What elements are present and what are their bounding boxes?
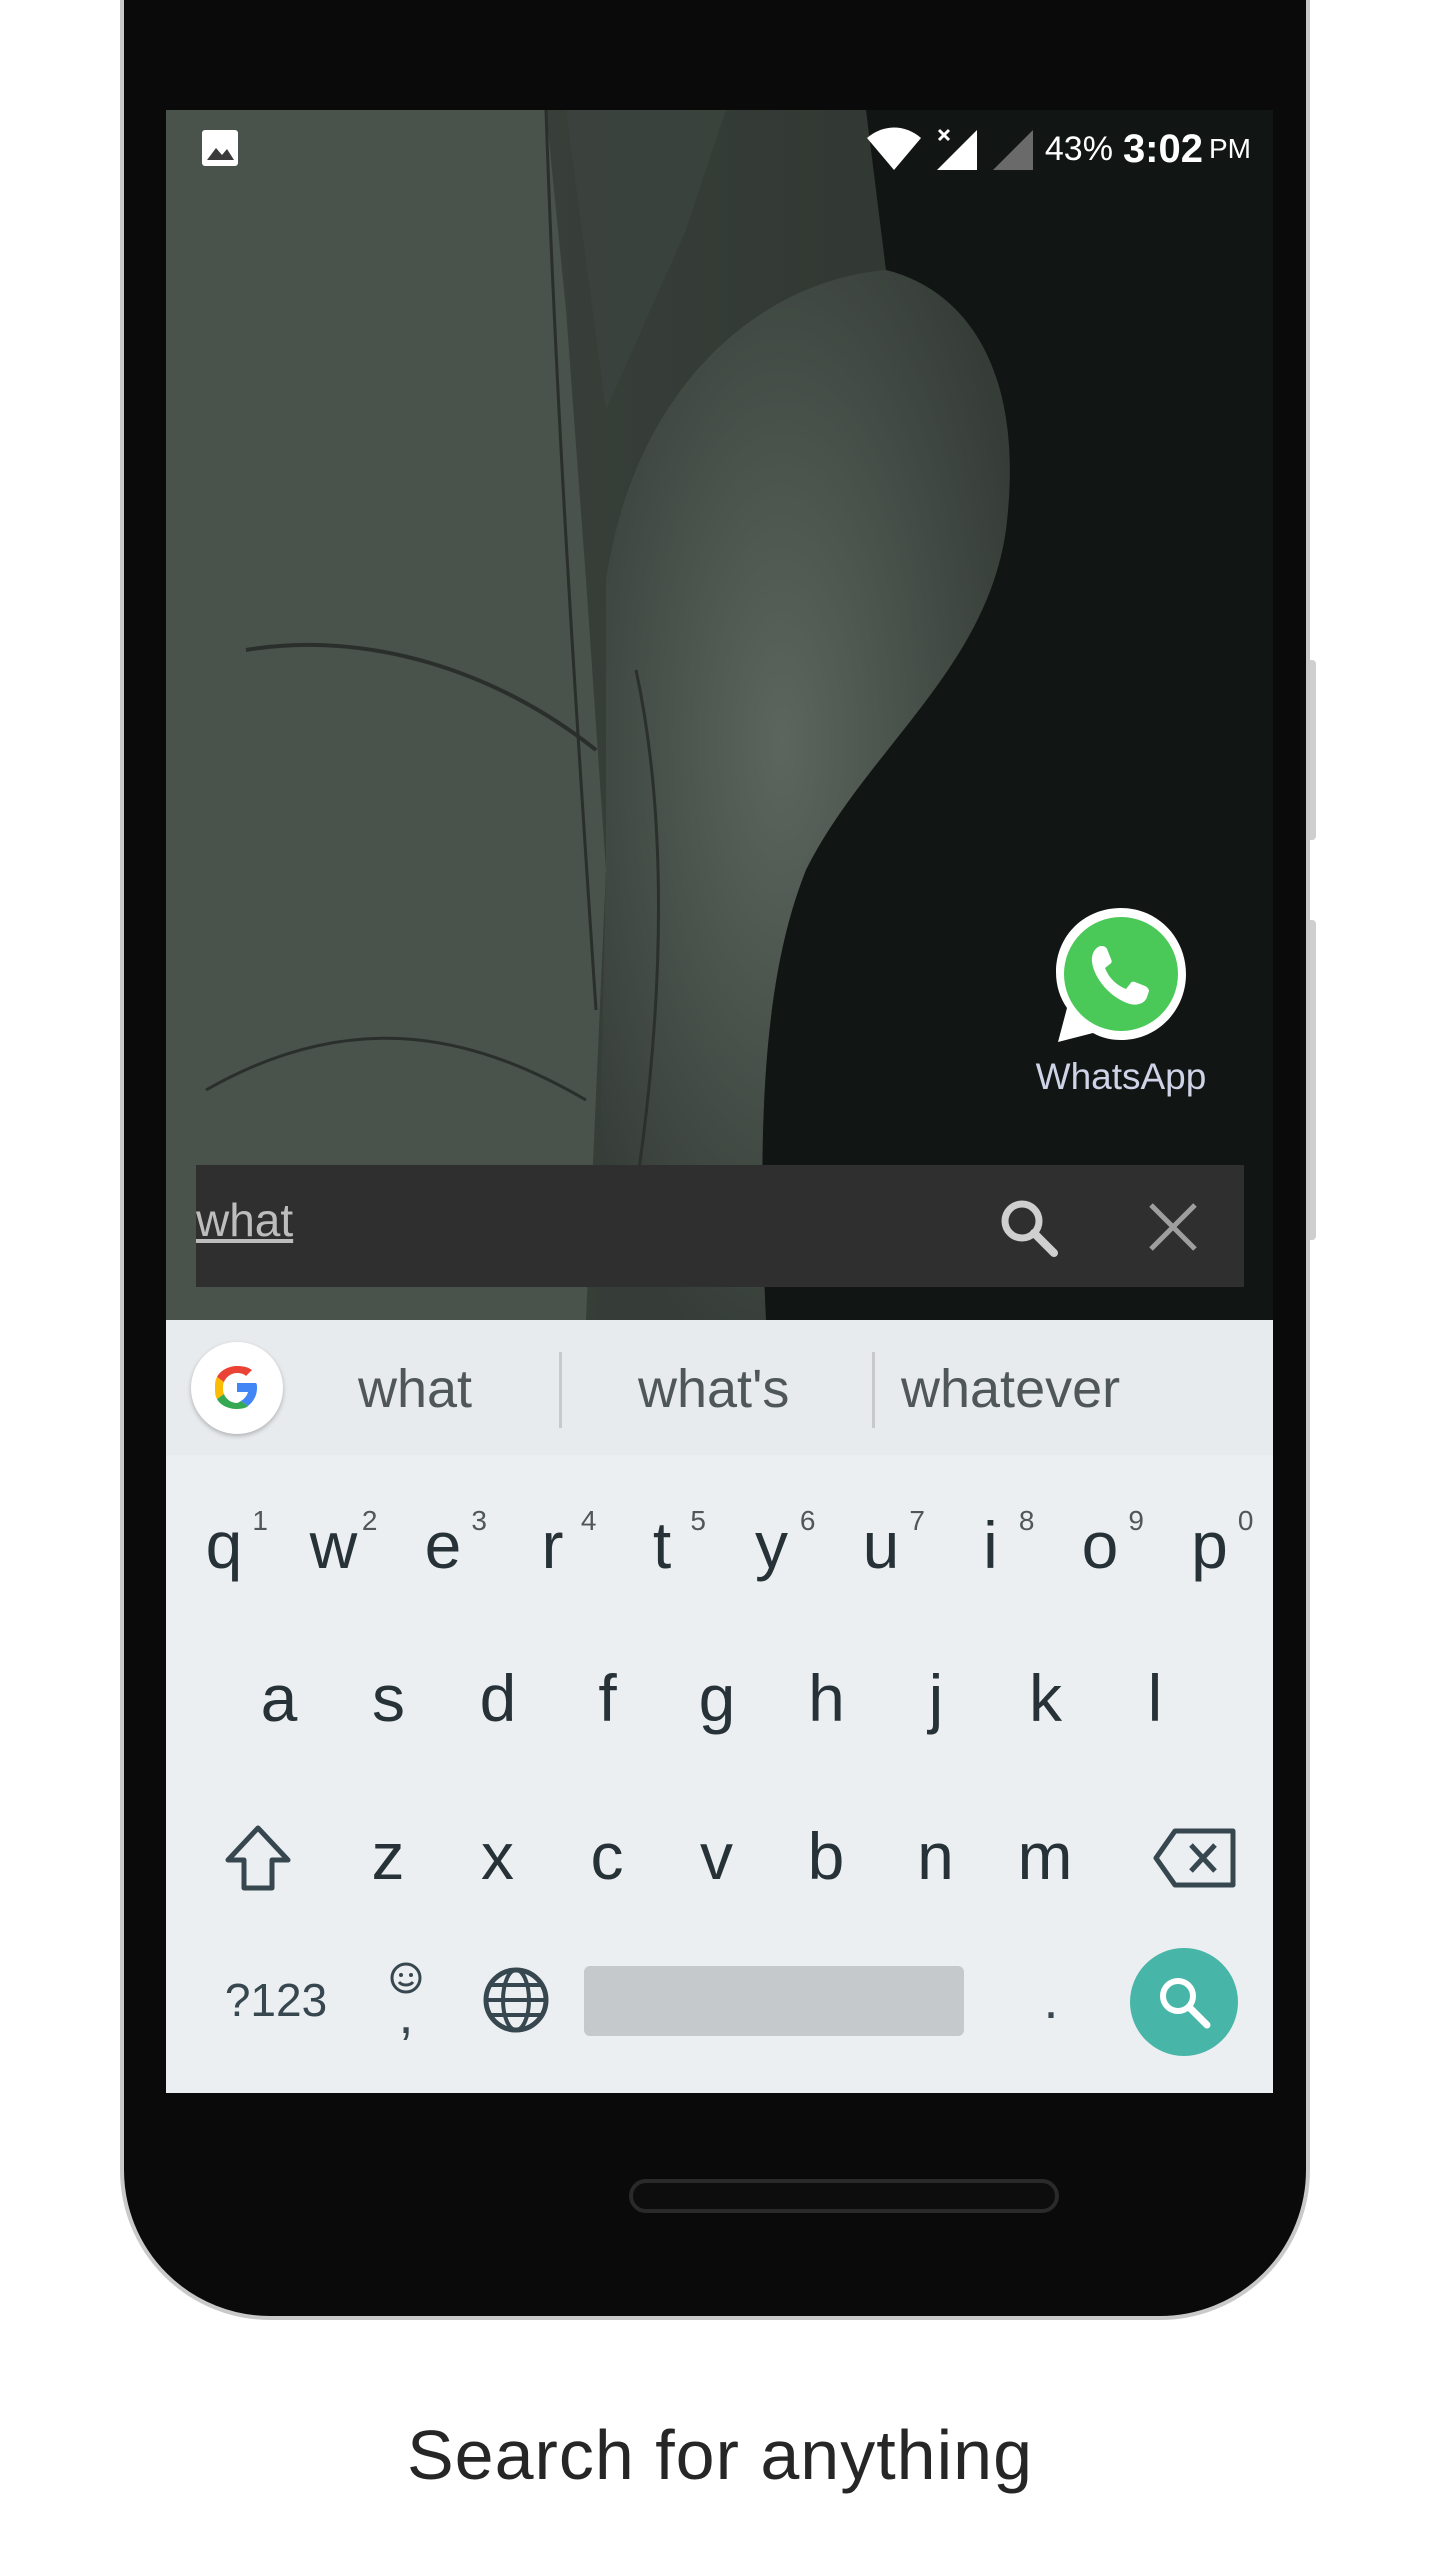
key-o[interactable]: o9 — [1050, 1475, 1150, 1615]
period-key[interactable]: . — [1001, 1950, 1101, 2050]
wifi-icon — [866, 127, 921, 170]
comma-label: , — [398, 1985, 414, 2045]
key-i[interactable]: i8 — [941, 1475, 1041, 1615]
phone-screen: 43% 3:02 PM WhatsApp what what what's wh… — [166, 110, 1273, 2093]
whatsapp-app-shortcut[interactable]: WhatsApp — [1016, 902, 1226, 1098]
key-z[interactable]: z — [338, 1786, 438, 1926]
key-a[interactable]: a — [229, 1628, 329, 1768]
key-label: t — [652, 1508, 672, 1582]
whatsapp-icon — [1056, 908, 1186, 1042]
keyboard: what what's whatever q1w2e3r4t5y6u7i8o9p… — [166, 1320, 1273, 2093]
key-label: u — [862, 1508, 900, 1582]
key-y[interactable]: y6 — [722, 1475, 822, 1615]
key-label: p — [1191, 1508, 1228, 1582]
key-b[interactable]: b — [776, 1786, 876, 1926]
key-x[interactable]: x — [448, 1786, 548, 1926]
key-v[interactable]: v — [667, 1786, 767, 1926]
key-hint: 0 — [1237, 1505, 1254, 1536]
shift-key[interactable] — [208, 1808, 308, 1908]
key-c[interactable]: c — [557, 1786, 657, 1926]
key-e[interactable]: e3 — [393, 1475, 493, 1615]
suggestion-strip: what what's whatever — [166, 1320, 1273, 1455]
key-label: o — [1081, 1508, 1119, 1582]
key-label: w — [309, 1508, 358, 1582]
key-k[interactable]: k — [996, 1628, 1096, 1768]
clock-ampm: PM — [1209, 133, 1251, 164]
key-f[interactable]: f — [558, 1628, 658, 1768]
google-button[interactable] — [191, 1342, 283, 1434]
key-m[interactable]: m — [995, 1786, 1095, 1926]
key-d[interactable]: d — [448, 1628, 548, 1768]
image-notification-icon — [202, 130, 238, 166]
backspace-key[interactable] — [1140, 1808, 1250, 1908]
key-j[interactable]: j — [886, 1628, 986, 1768]
caption: Search for anything — [406, 2416, 1034, 2494]
key-r[interactable]: r4 — [503, 1475, 603, 1615]
key-hint: 1 — [252, 1505, 268, 1536]
globe-icon — [483, 1967, 549, 2033]
key-t[interactable]: t5 — [612, 1475, 712, 1615]
search-bar[interactable]: what — [196, 1165, 1244, 1287]
key-hint: 8 — [1018, 1505, 1035, 1536]
suggestion-whats[interactable]: what's — [638, 1358, 789, 1420]
suggestion-what[interactable]: what — [358, 1358, 472, 1420]
key-l[interactable]: l — [1105, 1628, 1205, 1768]
wallpaper — [166, 110, 1273, 1320]
emoji-comma-key[interactable]: , — [366, 1950, 446, 2050]
search-icon — [1160, 1978, 1211, 2029]
suggestion-whatever[interactable]: whatever — [901, 1358, 1120, 1420]
key-label: y — [755, 1508, 788, 1582]
search-input[interactable]: what — [196, 1193, 293, 1247]
signal-icon — [992, 130, 1033, 170]
key-hint: 9 — [1128, 1505, 1144, 1536]
backspace-icon — [1153, 1828, 1236, 1888]
key-q[interactable]: q1 — [174, 1475, 274, 1615]
signal-no-data-icon — [936, 128, 977, 170]
key-g[interactable]: g — [667, 1628, 767, 1768]
symbols-key[interactable]: ?123 — [196, 1950, 356, 2050]
key-p[interactable]: p0 — [1160, 1475, 1260, 1615]
shift-icon — [225, 1825, 291, 1891]
key-h[interactable]: h — [777, 1628, 877, 1768]
key-n[interactable]: n — [886, 1786, 986, 1926]
key-label: e — [424, 1508, 462, 1582]
bottom-speaker — [629, 2179, 1059, 2213]
clock: 3:02 — [1122, 126, 1203, 171]
key-label: r — [541, 1508, 564, 1582]
key-s[interactable]: s — [339, 1628, 439, 1768]
search-enter-key[interactable] — [1130, 1948, 1238, 2056]
search-icon[interactable] — [996, 1195, 1060, 1259]
battery-percentage: 43% — [1044, 129, 1113, 168]
language-key[interactable] — [456, 1950, 576, 2050]
close-icon[interactable] — [1141, 1195, 1205, 1259]
space-bar[interactable] — [584, 1966, 964, 2036]
wallpaper-image — [166, 110, 1273, 1320]
key-hint: 4 — [580, 1505, 597, 1536]
key-label: q — [205, 1508, 243, 1582]
app-label: WhatsApp — [1035, 1056, 1207, 1097]
google-icon — [215, 1366, 257, 1409]
key-hint: 2 — [361, 1505, 378, 1536]
key-hint: 7 — [909, 1505, 925, 1536]
key-w[interactable]: w2 — [284, 1475, 384, 1615]
suggestion-divider — [872, 1352, 875, 1428]
key-hint: 6 — [799, 1505, 816, 1536]
key-hint: 3 — [471, 1505, 487, 1536]
status-bar: 43% 3:02 PM — [166, 110, 1273, 186]
suggestion-divider — [559, 1352, 562, 1428]
key-label: i — [983, 1508, 998, 1582]
key-u[interactable]: u7 — [831, 1475, 931, 1615]
key-hint: 5 — [690, 1505, 706, 1536]
